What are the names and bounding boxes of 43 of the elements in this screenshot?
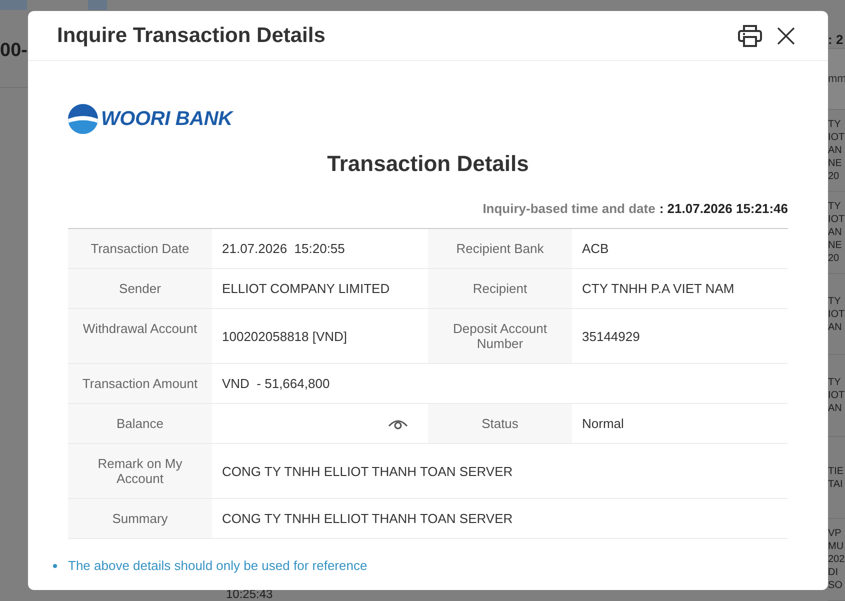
label-cell: Transaction Amount xyxy=(68,364,212,403)
label-cell: Transaction Date xyxy=(68,229,212,268)
label-cell: Recipient Bank xyxy=(428,229,572,268)
label-cell: Sender xyxy=(68,269,212,308)
header-segment xyxy=(0,0,27,10)
row-text: TY IOT AN xyxy=(828,294,845,334)
label-cell: Recipient xyxy=(428,269,572,308)
row-text: VP MU 202 DI SO xyxy=(828,527,845,592)
header-segment xyxy=(88,0,107,10)
close-icon[interactable] xyxy=(777,26,795,44)
printer-icon[interactable] xyxy=(738,24,762,46)
field-value: 35144929 xyxy=(581,328,641,346)
label-cell: Remark on My Account xyxy=(68,444,212,498)
inquiry-label: Inquiry-based time and date xyxy=(482,201,656,217)
field-value: ELLIOT COMPANY LIMITED xyxy=(221,280,391,298)
bullet-icon xyxy=(53,564,57,568)
heading-text: 00- xyxy=(0,38,28,62)
row-text: TY IOT AN xyxy=(828,376,845,416)
field-value: CTY TNHH P.A VIET NAM xyxy=(581,280,736,298)
field-value: 100202058818 [VND] xyxy=(221,328,348,346)
note-text: The above details should only be used for reference xyxy=(68,558,368,574)
row-text: TY IOT AN NE 20 xyxy=(828,200,845,265)
label-cell: Deposit Account Number xyxy=(428,309,572,363)
row-text: TIE TAI xyxy=(828,464,844,491)
receipt-heading: Transaction Details xyxy=(326,151,530,177)
field-value: 21.07.2026 15:20:55 xyxy=(221,240,346,258)
label-cell: Balance xyxy=(68,404,212,443)
label-cell: Status xyxy=(428,404,572,443)
inquiry-value: : 21.07.2026 15:21:46 xyxy=(659,201,788,217)
time-text: 10:25:43 xyxy=(226,588,273,601)
row-text: TY IOT AN NE 20 xyxy=(828,118,845,183)
field-value: CONG TY TNHH ELLIOT THANH TOAN SERVER xyxy=(221,462,514,480)
field-value: VND - 51,664,800 xyxy=(221,375,331,393)
dialog-title: Inquire Transaction Details xyxy=(57,22,326,48)
label-cell: Summary xyxy=(68,499,212,538)
field-value: Normal xyxy=(581,415,625,433)
label-cell: Withdrawal Account xyxy=(68,309,212,363)
eye-icon[interactable] xyxy=(388,418,408,430)
bank-logo-icon xyxy=(68,104,98,134)
date-text: : 2 xyxy=(828,32,844,48)
field-value: ACB xyxy=(581,240,610,258)
bank-logo-text: WOORI BANK xyxy=(101,107,232,131)
field-value: CONG TY TNHH ELLIOT THANH TOAN SERVER xyxy=(221,510,514,528)
